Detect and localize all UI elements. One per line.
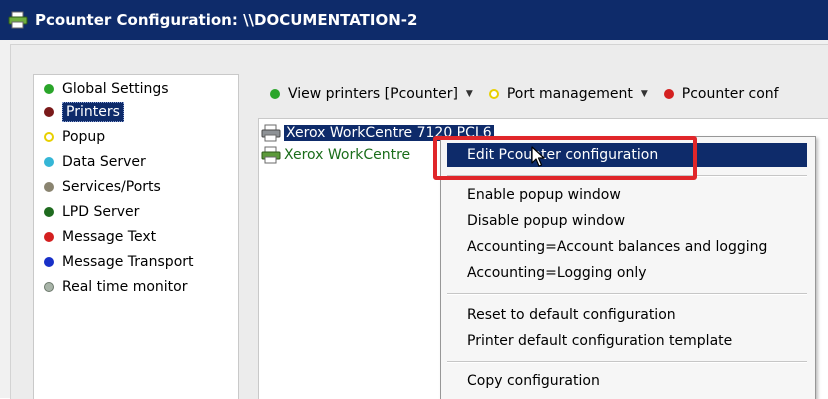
sidebar-item-label: Popup (62, 129, 106, 145)
menu-separator (447, 293, 807, 295)
sidebar-item-label: Data Server (62, 154, 146, 170)
printer-icon (261, 124, 281, 142)
toolbar-item-label: View printers [Pcounter] (288, 86, 458, 102)
printer-icon (261, 146, 281, 164)
chevron-down-icon: ▼ (465, 89, 473, 99)
sidebar-item-global-settings[interactable]: Global Settings (44, 78, 169, 100)
sidebar-item-message-text[interactable]: Message Text (44, 226, 156, 248)
sidebar-item-printers[interactable]: Printers (44, 101, 124, 123)
sidebar-item-label: Services/Ports (62, 179, 161, 195)
status-dot-icon (44, 132, 54, 142)
view-printers-dropdown[interactable]: View printers [Pcounter] ▼ (270, 86, 473, 102)
sidebar-item-label: Printers (62, 102, 124, 122)
sidebar-item-label: LPD Server (62, 204, 140, 220)
menu-item-enable-popup-window[interactable]: Enable popup window (447, 183, 807, 207)
status-dot-icon (44, 257, 54, 267)
sidebar-item-label: Message Transport (62, 254, 194, 270)
context-menu: Edit Pcounter configuration Enable popup… (440, 136, 816, 399)
toolbar-item-label: Port management (506, 86, 633, 102)
sidebar-item-popup[interactable]: Popup (44, 126, 105, 148)
menu-separator (447, 361, 807, 363)
status-dot-icon (44, 232, 54, 242)
sidebar-item-real-time-monitor[interactable]: Real time monitor (44, 276, 188, 298)
status-dot-icon (488, 89, 499, 99)
status-dot-icon (44, 84, 54, 94)
menu-item-printer-default-template[interactable]: Printer default configuration template (447, 329, 807, 353)
chevron-down-icon: ▼ (640, 89, 648, 99)
sidebar-item-message-transport[interactable]: Message Transport (44, 251, 194, 273)
status-dot-icon (44, 107, 54, 117)
menu-item-accounting-logging-only[interactable]: Accounting=Logging only (447, 261, 807, 285)
printer-icon (8, 11, 28, 29)
menu-separator (447, 175, 807, 177)
menu-item-copy-configuration[interactable]: Copy configuration (447, 369, 807, 393)
sidebar-item-data-server[interactable]: Data Server (44, 151, 146, 173)
status-dot-icon (44, 182, 54, 192)
menu-item-reset-default-configuration[interactable]: Reset to default configuration (447, 303, 807, 327)
sidebar: Global Settings Printers Popup Data Serv… (33, 74, 239, 399)
printer-list-item[interactable]: Xerox WorkCentre (261, 145, 410, 165)
window-title: Pcounter Configuration: \\DOCUMENTATION-… (35, 11, 418, 29)
sidebar-item-label: Global Settings (62, 81, 169, 97)
status-dot-icon (44, 157, 54, 167)
status-dot-icon (44, 282, 54, 292)
toolbar-item-label: Pcounter conf (681, 86, 779, 102)
mouse-cursor-icon (531, 146, 545, 172)
printer-name: Xerox WorkCentre (284, 147, 411, 163)
sidebar-item-label: Message Text (62, 229, 157, 245)
port-management-dropdown[interactable]: Port management ▼ (488, 86, 648, 102)
menu-item-disable-popup-window[interactable]: Disable popup window (447, 209, 807, 233)
menu-item-edit-pcounter-configuration[interactable]: Edit Pcounter configuration (447, 143, 807, 167)
sidebar-item-label: Real time monitor (62, 279, 188, 295)
sidebar-item-services-ports[interactable]: Services/Ports (44, 176, 161, 198)
window-titlebar: Pcounter Configuration: \\DOCUMENTATION-… (0, 0, 828, 40)
toolbar: View printers [Pcounter] ▼ Port manageme… (270, 83, 795, 105)
status-dot-icon (270, 89, 280, 99)
menu-item-accounting-balances-logging[interactable]: Accounting=Account balances and logging (447, 235, 807, 259)
pcounter-configuration-button[interactable]: Pcounter conf (663, 86, 779, 102)
status-dot-icon (44, 207, 54, 217)
status-dot-icon (663, 89, 674, 99)
sidebar-item-lpd-server[interactable]: LPD Server (44, 201, 139, 223)
